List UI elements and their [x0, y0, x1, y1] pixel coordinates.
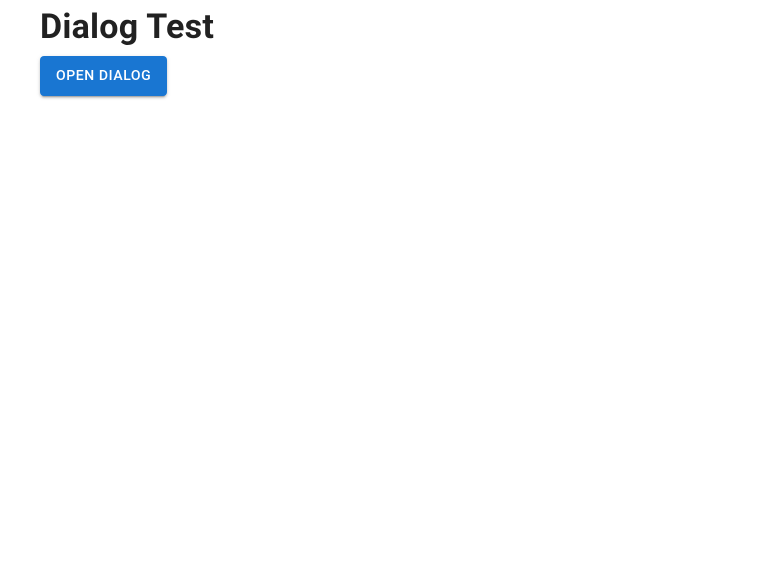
page-title: Dialog Test: [40, 8, 739, 48]
open-dialog-button[interactable]: Open Dialog: [40, 56, 167, 97]
page-content: Dialog Test Open Dialog: [0, 0, 779, 96]
